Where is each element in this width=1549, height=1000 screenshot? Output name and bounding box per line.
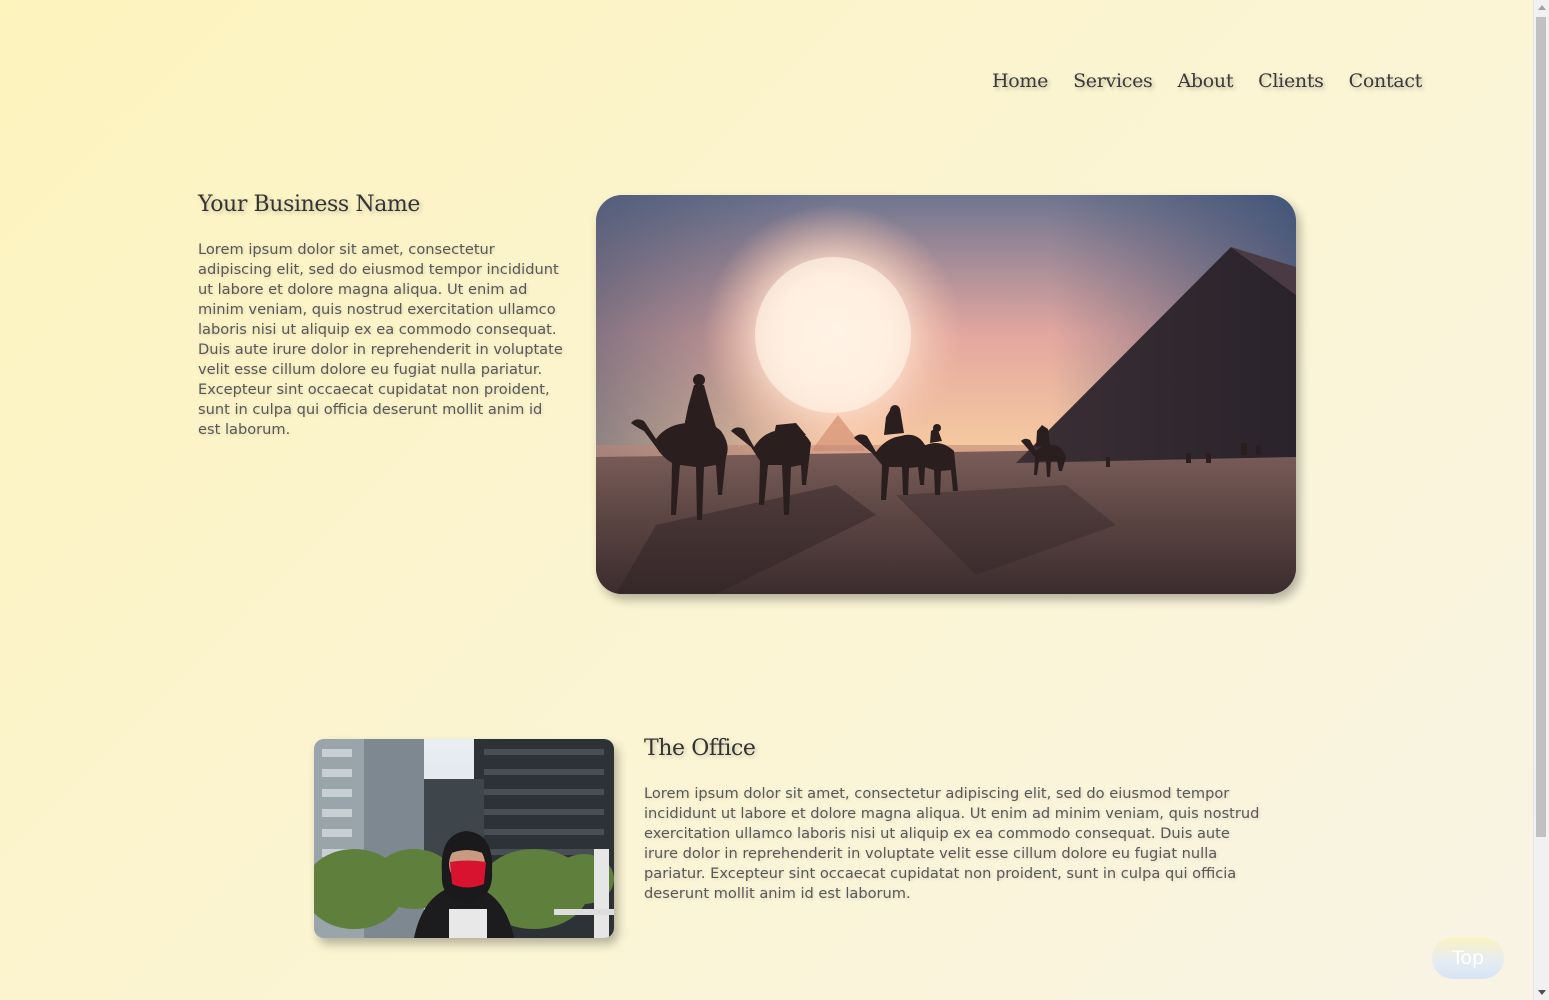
scrollbar-thumb[interactable] [1536,17,1546,837]
business-description: Lorem ipsum dolor sit amet, consectetur … [198,241,563,438]
scroll-up-arrow-icon[interactable] [1534,0,1549,15]
office-description: Lorem ipsum dolor sit amet, consectetur … [644,785,1260,902]
nav-about-link[interactable]: About [1177,70,1233,92]
office-woman-image [314,739,614,938]
pyramids-camels-image [596,195,1296,594]
scroll-down-arrow-icon[interactable] [1534,985,1549,1000]
office-heading: The Office [644,736,756,761]
nav-services-link[interactable]: Services [1073,70,1153,92]
nav-contact-link[interactable]: Contact [1349,70,1423,92]
vertical-scrollbar[interactable] [1533,0,1549,1000]
back-to-top-button[interactable]: Top [1432,937,1504,979]
main-nav: Home Services About Clients Contact [992,70,1422,92]
business-name-heading: Your Business Name [198,192,421,217]
page: Home Services About Clients Contact Your… [0,0,1534,1000]
nav-home-link[interactable]: Home [992,70,1048,92]
nav-clients-link[interactable]: Clients [1258,70,1324,92]
